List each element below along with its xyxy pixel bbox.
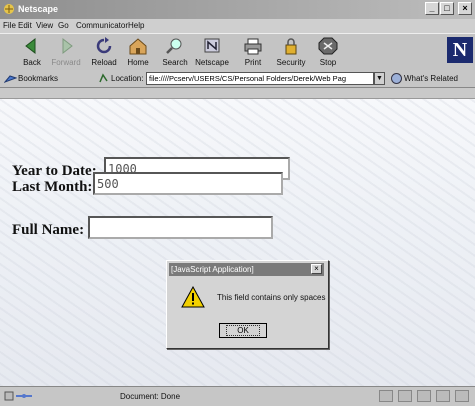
bookmarks-icon xyxy=(4,75,17,83)
personal-toolbar xyxy=(0,88,475,99)
stop-label: Stop xyxy=(319,58,337,67)
window-title: Netscape xyxy=(18,4,59,14)
javascript-alert-dialog: [JavaScript Application] × This field co… xyxy=(166,260,329,349)
bookmarks-button[interactable]: Bookmarks xyxy=(18,74,58,83)
menu-go[interactable]: Go xyxy=(58,21,69,30)
warning-icon xyxy=(181,286,205,308)
print-icon xyxy=(244,38,262,55)
back-label: Back xyxy=(23,58,41,67)
connection-status-icon xyxy=(4,391,32,401)
menu-view[interactable]: View xyxy=(36,21,53,30)
netscape-button[interactable]: Netscape xyxy=(192,36,232,67)
print-button[interactable]: Print xyxy=(233,36,273,67)
netscape-logo: N xyxy=(447,37,473,63)
close-button[interactable]: × xyxy=(458,2,472,15)
full-name-row: Full Name: xyxy=(12,215,302,241)
netscape-icon xyxy=(204,38,220,53)
home-label: Home xyxy=(127,58,149,67)
navigation-toolbar: Back Forward Reload Home Search Netscape… xyxy=(0,33,475,71)
last-month-input[interactable] xyxy=(93,172,283,195)
window-controls: _ □ × xyxy=(425,2,472,15)
forward-button[interactable]: Forward xyxy=(46,36,86,67)
ok-button[interactable]: OK xyxy=(219,323,267,338)
menu-edit[interactable]: Edit xyxy=(18,21,32,30)
security-lock-icon[interactable] xyxy=(379,390,393,402)
discussions-icon[interactable] xyxy=(436,390,450,402)
home-button[interactable]: Home xyxy=(118,36,158,67)
security-button[interactable]: Security xyxy=(271,36,311,67)
navigator-icon[interactable] xyxy=(398,390,412,402)
full-name-label: Full Name: xyxy=(12,222,85,238)
ok-label: OK xyxy=(226,325,260,336)
netscape-label: Netscape xyxy=(195,58,229,67)
minimize-button[interactable]: _ xyxy=(425,2,439,15)
location-label: Location: xyxy=(111,74,144,83)
full-name-input[interactable] xyxy=(88,216,273,239)
search-label: Search xyxy=(162,58,188,67)
last-month-row: Last Month: xyxy=(12,172,302,198)
menu-help[interactable]: Help xyxy=(128,21,144,30)
security-icon xyxy=(285,38,297,55)
title-bar: Netscape _ □ × xyxy=(0,0,475,19)
dialog-message: This field contains only spaces xyxy=(217,293,326,302)
reload-icon xyxy=(96,37,112,54)
location-bar: Bookmarks Location: ▼ What's Related xyxy=(0,70,475,88)
home-icon xyxy=(129,38,147,55)
composer-icon[interactable] xyxy=(455,390,469,402)
last-month-label: Last Month: xyxy=(12,179,93,195)
dialog-title: [JavaScript Application] xyxy=(171,265,254,274)
menu-file[interactable]: File xyxy=(3,21,16,30)
dialog-title-bar: [JavaScript Application] × xyxy=(169,263,324,276)
stop-icon xyxy=(318,37,338,55)
location-icon xyxy=(99,73,108,83)
reload-label: Reload xyxy=(91,58,117,67)
whats-related-icon xyxy=(391,73,402,84)
netscape-app-icon xyxy=(4,4,14,14)
maximize-button[interactable]: □ xyxy=(440,2,454,15)
security-label: Security xyxy=(276,58,306,67)
browser-window: Netscape _ □ × File Edit View Go Communi… xyxy=(0,0,475,406)
forward-label: Forward xyxy=(51,58,81,67)
back-arrow-icon xyxy=(25,37,36,55)
url-dropdown-button[interactable]: ▼ xyxy=(374,72,385,85)
menu-communicator[interactable]: Communicator xyxy=(76,21,128,30)
menu-bar: File Edit View Go Communicator Help xyxy=(0,19,475,33)
whats-related-button[interactable]: What's Related xyxy=(404,74,458,83)
status-bar: Document: Done xyxy=(0,386,475,406)
stop-button[interactable]: Stop xyxy=(308,36,348,67)
mail-icon[interactable] xyxy=(417,390,431,402)
url-field[interactable] xyxy=(146,72,374,85)
print-label: Print xyxy=(244,58,262,67)
status-text: Document: Done xyxy=(120,392,181,401)
forward-arrow-icon xyxy=(62,37,73,55)
search-button[interactable]: Search xyxy=(155,36,195,67)
component-bar xyxy=(379,390,469,402)
dialog-close-button[interactable]: × xyxy=(311,264,322,274)
search-icon xyxy=(166,38,182,54)
